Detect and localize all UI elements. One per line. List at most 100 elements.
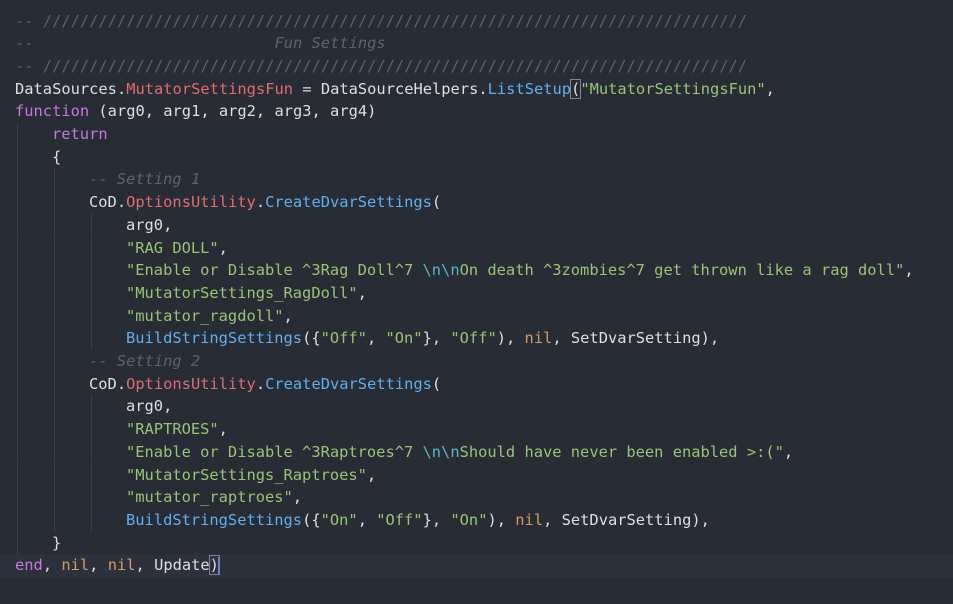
code-line[interactable]: "RAG DOLL", [0, 236, 953, 260]
code-line-text: "Enable or Disable ^3Rag Doll^7 \n\nOn d… [126, 259, 914, 282]
code-line-text: CoD.OptionsUtility.CreateDvarSettings( [89, 373, 441, 396]
code-line[interactable]: "Enable or Disable ^3Rag Doll^7 \n\nOn d… [0, 259, 953, 282]
code-line[interactable]: "MutatorSettings_Raptroes", [0, 463, 953, 487]
indent-guide [17, 327, 18, 350]
code-line[interactable]: CoD.OptionsUtility.CreateDvarSettings( [0, 191, 953, 214]
code-token: -- /////////////////////////////////////… [15, 11, 748, 30]
indent-guide [17, 304, 18, 328]
code-token: MutatorSettingsFun [126, 79, 294, 98]
code-token: return [52, 125, 108, 143]
indent-guide [54, 327, 55, 350]
code-line[interactable]: BuildStringSettings({"Off", "On"}, "Off"… [0, 327, 953, 350]
code-token: . [116, 193, 127, 212]
code-token: } [52, 533, 62, 552]
code-line[interactable]: BuildStringSettings({"On", "Off"}, "On")… [0, 508, 953, 532]
code-line-text: arg0, [126, 395, 172, 418]
indent-guide [54, 168, 55, 192]
code-token: . [255, 374, 266, 393]
code-token: ListSetup [487, 79, 572, 98]
code-token: , [292, 488, 303, 507]
code-token: -- /////////////////////////////////////… [15, 56, 748, 75]
indent-guide [54, 259, 55, 282]
code-token: }, [422, 510, 451, 529]
indent-guide [17, 168, 18, 192]
indent-guide [17, 372, 18, 396]
code-token: "On" [450, 510, 488, 529]
code-line[interactable]: CoD.OptionsUtility.CreateDvarSettings( [0, 372, 953, 396]
code-line[interactable]: "Enable or Disable ^3Raptroes^7 \n\nShou… [0, 440, 953, 464]
indent-guide [17, 440, 18, 464]
code-token: ( [431, 374, 442, 393]
code-token: Fun Settings [274, 34, 386, 53]
code-line[interactable]: "RAPTROES", [0, 418, 953, 441]
indent-guide [91, 463, 92, 487]
code-line[interactable]: -- Setting 1 [0, 168, 953, 192]
indent-guide [17, 418, 18, 441]
code-token: "mutator_raptroes" [126, 488, 293, 507]
code-line[interactable]: "MutatorSettings_RagDoll", [0, 281, 953, 305]
code-token: On death ^3zombies^7 get thrown like a r… [459, 261, 905, 280]
indent-guide [17, 395, 18, 419]
code-token: DataSourceHelpers [320, 79, 479, 98]
code-line[interactable]: arg0, [0, 213, 953, 237]
code-token: , [89, 556, 108, 575]
code-token: -- Setting 1 [89, 170, 201, 189]
code-token: "Off" [320, 329, 367, 348]
code-token: , [366, 465, 377, 484]
code-token: , [366, 329, 386, 348]
code-token: OptionsUtility [126, 374, 256, 393]
indent-guide [17, 259, 18, 282]
code-token: arg0, [126, 397, 173, 416]
indent-guide [54, 350, 55, 373]
code-editor[interactable]: -- /////////////////////////////////////… [0, 0, 953, 604]
indent-guide [91, 440, 92, 464]
code-token: ({ [302, 329, 321, 348]
indent-guide [54, 440, 55, 464]
code-line-text: BuildStringSettings({"On", "Off"}, "On")… [126, 509, 710, 532]
code-line-text: "MutatorSettings_RagDoll", [126, 282, 367, 305]
code-line[interactable]: arg0, [0, 395, 953, 419]
code-line[interactable]: end, nil, nil, Update) [0, 554, 953, 577]
indent-guide [54, 486, 55, 509]
code-line-text: DataSources.MutatorSettingsFun = DataSou… [15, 78, 775, 101]
code-line-text: -- /////////////////////////////////////… [15, 10, 747, 33]
code-line-text: CoD.OptionsUtility.CreateDvarSettings( [89, 191, 441, 214]
indent-guide [17, 486, 18, 509]
code-line-text: "Enable or Disable ^3Raptroes^7 \n\nShou… [126, 441, 793, 464]
code-line[interactable]: DataSources.MutatorSettingsFun = DataSou… [0, 78, 953, 101]
indent-guide [54, 191, 55, 214]
code-line[interactable]: -- Setting 2 [0, 350, 953, 373]
code-token: , [283, 306, 293, 325]
code-line[interactable]: return [0, 123, 953, 146]
indent-guide [91, 259, 92, 282]
code-token: "MutatorSettings_Raptroes" [126, 465, 367, 484]
code-token: CreateDvarSettings [265, 193, 432, 212]
code-line[interactable]: function (arg0, arg1, arg2, arg3, arg4) [0, 100, 953, 123]
code-token: -- Setting 2 [89, 352, 201, 370]
code-token: = [293, 79, 321, 98]
indent-guide [91, 486, 92, 509]
code-line[interactable]: -- Fun Settings [0, 32, 953, 55]
indent-guide [17, 350, 18, 373]
code-line-text: "mutator_raptroes", [126, 486, 302, 509]
code-token: , SetDvarSetting), [543, 510, 710, 529]
code-line[interactable]: } [0, 531, 953, 555]
code-line[interactable]: -- /////////////////////////////////////… [0, 10, 953, 33]
code-line-text: end, nil, nil, Update) [15, 554, 220, 577]
code-line-text: } [52, 532, 61, 555]
code-token: }, [422, 329, 451, 348]
code-line-text: return [52, 123, 108, 146]
code-token: "MutatorSettingsFun" [580, 79, 766, 98]
code-token: "MutatorSettings_RagDoll" [126, 283, 358, 302]
code-line[interactable]: { [0, 145, 953, 169]
code-token: , [357, 510, 377, 529]
indent-guide [91, 236, 92, 260]
code-token: arg0, [126, 215, 173, 234]
code-line-text: "RAPTROES", [126, 418, 228, 441]
code-line[interactable]: -- /////////////////////////////////////… [0, 55, 953, 78]
indent-guide [54, 281, 55, 305]
code-token: , [42, 556, 62, 575]
code-line[interactable]: "mutator_ragdoll", [0, 304, 953, 328]
code-token: "RAPTROES" [126, 420, 219, 439]
code-line[interactable]: "mutator_raptroes", [0, 486, 953, 509]
